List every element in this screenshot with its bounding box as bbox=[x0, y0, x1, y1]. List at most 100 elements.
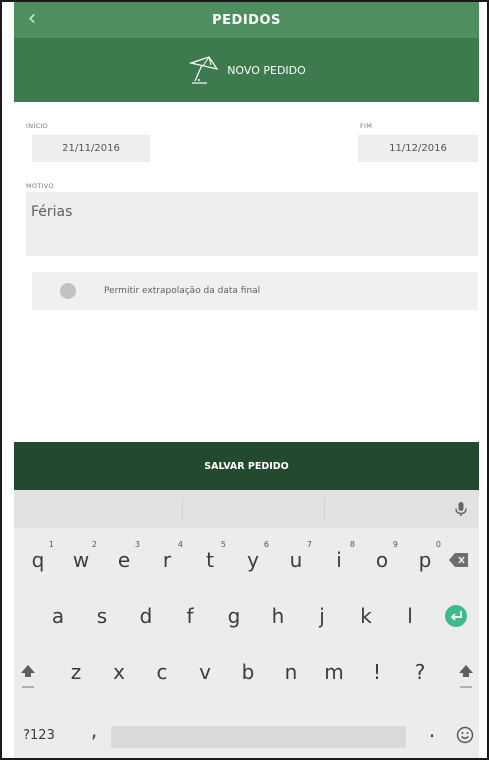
suggestion-divider bbox=[182, 498, 183, 520]
page-title: PEDIDOS bbox=[212, 12, 281, 28]
key-number-hint: 2 bbox=[91, 540, 97, 549]
key-d[interactable]: d bbox=[124, 594, 168, 648]
key-label: c bbox=[156, 660, 168, 684]
period-key[interactable]: . bbox=[410, 708, 454, 758]
suggestion-strip bbox=[14, 490, 479, 528]
key-label: l bbox=[407, 604, 413, 628]
key-c[interactable]: c bbox=[140, 650, 184, 704]
space-bar[interactable] bbox=[111, 726, 406, 748]
key-label: s bbox=[96, 604, 108, 628]
key-k[interactable]: k bbox=[344, 594, 388, 648]
key-number-hint: 0 bbox=[435, 540, 441, 549]
comma-key[interactable]: , bbox=[72, 708, 116, 758]
key-label: m bbox=[324, 660, 344, 684]
key-label: e bbox=[117, 548, 131, 572]
key-m[interactable]: m bbox=[312, 650, 356, 704]
key-label: q bbox=[31, 548, 45, 572]
key-label: h bbox=[271, 604, 285, 628]
key-o[interactable]: o9 bbox=[360, 538, 404, 592]
enter-icon[interactable] bbox=[444, 604, 468, 628]
key-label: w bbox=[72, 548, 90, 572]
symbols-key[interactable]: ?123 bbox=[14, 710, 64, 758]
key-i[interactable]: i8 bbox=[317, 538, 361, 592]
key-label: ! bbox=[372, 660, 382, 684]
soft-keyboard: q 1 w 2 e 3 r 4 t 5 y 6 u 7 i 8 o 9 p 0 a s d f g h j k l z x c v b n m!? ?… bbox=[14, 490, 479, 758]
key-w[interactable]: w2 bbox=[59, 538, 103, 592]
start-date-field[interactable]: 21/11/2016 bbox=[32, 135, 150, 162]
symbols-key-label: ?123 bbox=[23, 728, 55, 743]
key-label: d bbox=[139, 604, 153, 628]
key-label: j bbox=[319, 604, 325, 628]
key-number-hint: 5 bbox=[220, 540, 226, 549]
key-label: a bbox=[51, 604, 65, 628]
key-number-hint: 7 bbox=[306, 540, 312, 549]
suggestion-divider bbox=[324, 498, 325, 520]
end-date-field[interactable]: 11/12/2016 bbox=[358, 135, 478, 162]
key-label: p bbox=[418, 548, 432, 572]
key-y[interactable]: y6 bbox=[231, 538, 275, 592]
emoji-icon[interactable] bbox=[456, 726, 474, 744]
start-date-label: INÍCIO bbox=[26, 122, 49, 130]
key-g[interactable]: g bbox=[212, 594, 256, 648]
key-b[interactable]: b bbox=[226, 650, 270, 704]
key-number-hint: 6 bbox=[263, 540, 269, 549]
key-number-hint: 9 bbox=[392, 540, 398, 549]
reason-label: MOTIVO bbox=[26, 182, 54, 190]
key-label: y bbox=[247, 548, 259, 572]
period-key-label: . bbox=[428, 718, 436, 742]
comma-key-label: , bbox=[90, 718, 98, 742]
key-s[interactable]: s bbox=[80, 594, 124, 648]
key-![interactable]: ! bbox=[355, 650, 399, 704]
key-p[interactable]: p0 bbox=[403, 538, 447, 592]
app-frame: ‹ PEDIDOS NOVO PEDIDO INÍCIO 21/11/2016 … bbox=[0, 0, 489, 760]
sub-header: NOVO PEDIDO bbox=[14, 38, 479, 102]
extrapolation-toggle[interactable] bbox=[60, 283, 90, 299]
key-label: u bbox=[289, 548, 303, 572]
key-label: b bbox=[241, 660, 255, 684]
key-j[interactable]: j bbox=[300, 594, 344, 648]
backspace-icon[interactable] bbox=[448, 551, 470, 569]
key-label: f bbox=[186, 604, 194, 628]
key-t[interactable]: t5 bbox=[188, 538, 232, 592]
key-z[interactable]: z bbox=[54, 650, 98, 704]
key-label: n bbox=[284, 660, 298, 684]
extrapolation-label: Permitir extrapolação da data final bbox=[104, 286, 261, 296]
request-form: INÍCIO 21/11/2016 FIM 11/12/2016 MOTIVO … bbox=[14, 102, 479, 442]
key-label: x bbox=[113, 660, 125, 684]
key-label: z bbox=[70, 660, 82, 684]
key-label: v bbox=[199, 660, 211, 684]
key-label: ? bbox=[414, 660, 426, 684]
key-f[interactable]: f bbox=[168, 594, 212, 648]
save-request-button[interactable]: SALVAR PEDIDO bbox=[14, 442, 479, 490]
beach-umbrella-icon bbox=[188, 56, 219, 84]
microphone-icon[interactable] bbox=[451, 499, 471, 519]
reason-field[interactable]: Férias bbox=[26, 192, 478, 256]
key-e[interactable]: e3 bbox=[102, 538, 146, 592]
key-label: k bbox=[360, 604, 372, 628]
key-label: t bbox=[206, 548, 214, 572]
key-number-hint: 8 bbox=[349, 540, 355, 549]
key-label: i bbox=[336, 548, 342, 572]
key-r[interactable]: r4 bbox=[145, 538, 189, 592]
shift-left-icon[interactable] bbox=[18, 662, 38, 692]
top-bar: ‹ PEDIDOS bbox=[14, 2, 479, 38]
key-l[interactable]: l bbox=[388, 594, 432, 648]
new-request-banner: NOVO PEDIDO bbox=[187, 53, 306, 87]
extrapolation-row: Permitir extrapolação da data final bbox=[32, 272, 478, 310]
key-u[interactable]: u7 bbox=[274, 538, 318, 592]
key-label: o bbox=[375, 548, 389, 572]
shift-right-icon[interactable] bbox=[456, 662, 476, 692]
key-v[interactable]: v bbox=[183, 650, 227, 704]
toggle-knob bbox=[60, 283, 76, 299]
key-?[interactable]: ? bbox=[398, 650, 442, 704]
key-n[interactable]: n bbox=[269, 650, 313, 704]
key-h[interactable]: h bbox=[256, 594, 300, 648]
key-number-hint: 4 bbox=[177, 540, 183, 549]
key-x[interactable]: x bbox=[97, 650, 141, 704]
key-number-hint: 3 bbox=[134, 540, 140, 549]
key-label: r bbox=[162, 548, 172, 572]
key-a[interactable]: a bbox=[36, 594, 80, 648]
key-q[interactable]: q1 bbox=[16, 538, 60, 592]
key-label: g bbox=[227, 604, 241, 628]
chevron-left-icon[interactable]: ‹ bbox=[20, 8, 44, 32]
